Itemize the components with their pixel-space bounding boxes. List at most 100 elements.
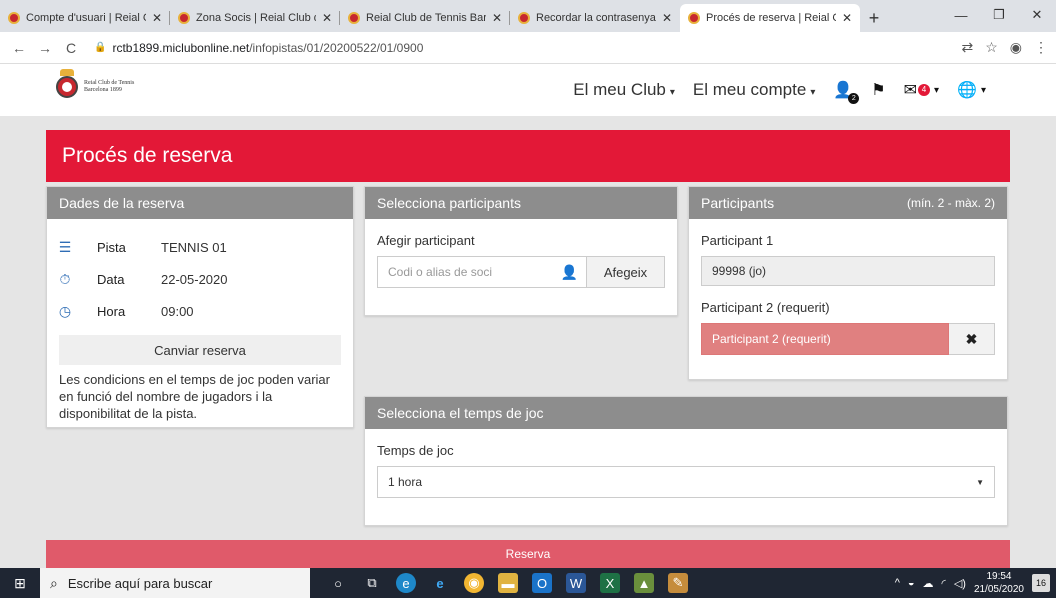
search-icon: ⌕ (50, 574, 58, 591)
tray-expand-icon[interactable]: ^ (895, 577, 900, 589)
taskbar-search-placeholder: Escribe aquí para buscar (67, 575, 213, 591)
caret-down-icon: ▾ (669, 87, 675, 98)
flag-icon[interactable]: ⚑ (871, 80, 885, 100)
panel-header: Participants (mín. 2 - màx. 2) (689, 187, 1007, 219)
url-host: rctb1899.miclubonline.net (112, 40, 250, 55)
taskbar-search-input[interactable]: ⌕ Escribe aquí para buscar (40, 568, 310, 598)
participant-2-field[interactable]: Participant 2 (requerit) (701, 323, 949, 355)
chevron-down-icon: ▼ (976, 477, 984, 487)
cortana-icon[interactable]: ○ (328, 573, 348, 593)
menu-dots-icon[interactable]: ⋮ (1034, 39, 1048, 56)
minimize-icon[interactable]: — (942, 0, 980, 30)
profile-icon[interactable]: ◉ (1010, 39, 1022, 56)
volume-icon[interactable]: ◁) (954, 577, 966, 590)
paint-icon[interactable]: ✎ (668, 573, 688, 593)
user-badge: 2 (848, 93, 860, 104)
photos-icon[interactable]: ▲ (634, 573, 654, 593)
select-participants-panel: Selecciona participants Afegir participa… (364, 186, 678, 316)
play-time-select[interactable]: 1 hora ▼ (377, 466, 995, 498)
clock-time: 19:54 (986, 571, 1012, 582)
ie-icon[interactable]: e (430, 573, 450, 593)
club-favicon-icon (688, 12, 700, 24)
mail-icon[interactable]: ✉ 4 ▾ (904, 80, 939, 100)
edge-icon[interactable]: e (396, 573, 416, 593)
mail-badge: 4 (918, 84, 931, 96)
nav-my-club-label: El meu Club (573, 80, 666, 99)
globe-icon[interactable]: 🌐 ▾ (957, 80, 986, 100)
url-path: /infopistas/01/20200522/01/0900 (249, 40, 424, 55)
timer-icon: ⏱ (59, 270, 71, 287)
back-icon[interactable]: ← (8, 40, 30, 56)
conditions-note: Les condicions en el temps de joc poden … (59, 372, 330, 421)
user-search-icon: 👤 (560, 264, 578, 280)
detail-value: TENNIS 01 (161, 239, 227, 255)
nav-my-account-label: El meu compte (692, 80, 807, 99)
url-field[interactable]: 🔒 rctb1899.miclubonline.net/infopistas/0… (94, 41, 961, 55)
notifications-icon[interactable]: 16 (1032, 574, 1050, 592)
new-tab-button[interactable]: + (860, 4, 888, 32)
detail-label: Pista (97, 239, 126, 255)
tab-title: Compte d'usuari | Reial Clul (26, 12, 146, 24)
user-icon[interactable]: 👤 2 (833, 80, 860, 104)
participant-2-label: Participant 2 (requerit) (701, 300, 830, 315)
reserve-button[interactable]: Reserva (46, 540, 1010, 568)
browser-tab[interactable]: Reial Club de Tennis Barcelo ✕ (340, 4, 510, 32)
panel-title: Selecciona participants (377, 195, 521, 211)
tab-title: Zona Socis | Reial Club de T (196, 12, 316, 24)
panel-title: Participants (701, 195, 775, 211)
crown-icon (60, 69, 74, 76)
browser-tab-active[interactable]: Procés de reserva | Reial Cl ✕ (680, 4, 860, 32)
nav-my-account[interactable]: El meu compte ▾ (693, 80, 815, 100)
translate-icon[interactable]: ⇄ (961, 39, 973, 56)
member-code-input[interactable]: Codi o alias de soci 👤 (377, 256, 587, 288)
add-participant-group: Codi o alias de soci 👤 Afegeix (377, 256, 665, 288)
browser-tab[interactable]: Recordar la contrasenya | R ✕ (510, 4, 680, 32)
caret-down-icon: ▾ (934, 84, 940, 96)
change-booking-button[interactable]: Canviar reserva (59, 335, 341, 365)
address-bar: ← → C 🔒 rctb1899.miclubonline.net/infopi… (0, 32, 1056, 64)
add-participant-button[interactable]: Afegeix (587, 256, 665, 288)
nav-my-club[interactable]: El meu Club ▾ (573, 80, 675, 100)
outlook-icon[interactable]: O (532, 573, 552, 593)
remove-participant-button[interactable]: ✖ (949, 323, 995, 355)
detail-row-data: ⏱ Data 22-05-2020 (47, 263, 353, 295)
file-explorer-icon[interactable]: ▬ (498, 573, 518, 593)
word-icon[interactable]: W (566, 573, 586, 593)
windows-taskbar: ⊞ ⌕ Escribe aquí para buscar ○ ⧉ e e ◉ ▬… (0, 568, 1056, 598)
input-placeholder: Codi o alias de soci (388, 265, 493, 279)
logo-line1: Reial Club de Tennis (84, 80, 135, 86)
close-tab-icon[interactable]: ✕ (152, 11, 162, 25)
club-favicon-icon (8, 12, 20, 24)
participant-2-group: Participant 2 (requerit) ✖ (701, 323, 995, 355)
close-tab-icon[interactable]: ✕ (662, 11, 672, 25)
close-tab-icon[interactable]: ✕ (492, 11, 502, 25)
forward-icon[interactable]: → (34, 40, 56, 56)
participant-1-label: Participant 1 (701, 233, 774, 248)
panel-header: Dades de la reserva (47, 187, 353, 219)
windows-start-icon[interactable]: ⊞ (0, 568, 40, 598)
bookmark-star-icon[interactable]: ☆ (985, 39, 998, 56)
play-time-label: Temps de joc (377, 443, 454, 458)
detail-value: 09:00 (161, 303, 194, 319)
browser-tab[interactable]: Compte d'usuari | Reial Clul ✕ (0, 4, 170, 32)
reload-icon[interactable]: C (60, 40, 82, 56)
play-time-panel: Selecciona el temps de joc Temps de joc … (364, 396, 1008, 526)
panel-title: Dades de la reserva (59, 195, 185, 211)
caret-down-icon: ▾ (980, 84, 986, 96)
network-icon[interactable]: ◒ (908, 577, 915, 589)
taskbar-clock[interactable]: 19:54 21/05/2020 (974, 570, 1024, 596)
close-tab-icon[interactable]: ✕ (842, 11, 852, 25)
chrome-icon[interactable]: ◉ (464, 573, 484, 593)
club-logo[interactable]: Reial Club de Tennis Barcelona 1899 (56, 69, 135, 98)
close-tab-icon[interactable]: ✕ (322, 11, 332, 25)
wifi-icon[interactable]: ◜ (942, 577, 946, 590)
task-view-icon[interactable]: ⧉ (362, 573, 382, 593)
onedrive-icon[interactable]: ☁ (923, 577, 934, 590)
site-nav: El meu Club ▾ El meu compte ▾ 👤 2 ⚑ ✉ 4 ▾ 🌐 ▾ (573, 64, 986, 116)
browser-tab[interactable]: Zona Socis | Reial Club de T ✕ (170, 4, 340, 32)
maximize-icon[interactable]: ❐ (980, 0, 1018, 30)
detail-row-pista: ☰ Pista TENNIS 01 (47, 231, 353, 263)
excel-icon[interactable]: X (600, 573, 620, 593)
close-window-icon[interactable]: ✕ (1018, 0, 1056, 30)
participants-panel: Participants (mín. 2 - màx. 2) Participa… (688, 186, 1008, 380)
